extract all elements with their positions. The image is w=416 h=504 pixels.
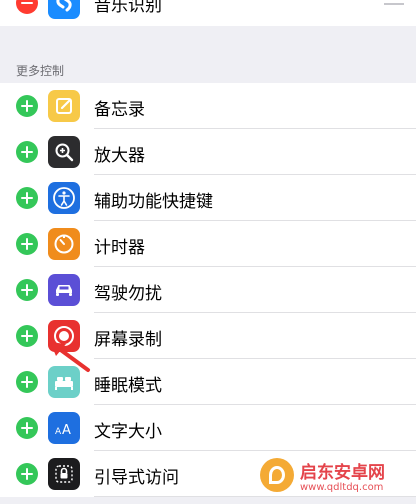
add-notes-button[interactable] (16, 95, 38, 117)
remove-music-recognition-button[interactable] (16, 0, 38, 14)
timer-icon (48, 228, 80, 260)
car-icon (48, 274, 80, 306)
more-controls-list: 备忘录 放大器 辅助功能快捷键 计时器 驾驶勿扰 屏幕录制 睡眠模式 A A 文… (0, 83, 416, 497)
add-text-size-button[interactable] (16, 417, 38, 439)
notes-icon (48, 90, 80, 122)
control-label: 引导式访问 (94, 468, 179, 488)
reorder-handle-icon[interactable] (384, 0, 404, 6)
control-label: 辅助功能快捷键 (94, 192, 213, 212)
add-screen-recording-button[interactable] (16, 325, 38, 347)
control-label: 睡眠模式 (94, 376, 162, 396)
svg-text:A: A (55, 427, 62, 437)
shazam-icon (48, 0, 80, 19)
control-label: 计时器 (94, 238, 145, 258)
control-label: 放大器 (94, 146, 145, 166)
bed-icon (48, 366, 80, 398)
section-header-more-controls: 更多控制 (16, 64, 65, 78)
control-row-timer[interactable]: 计时器 (0, 221, 416, 267)
control-row-sleep-mode[interactable]: 睡眠模式 (0, 359, 416, 405)
watermark-title: 启东安卓网 (300, 463, 385, 483)
control-row-accessibility-shortcut[interactable]: 辅助功能快捷键 (0, 175, 416, 221)
control-label: 驾驶勿扰 (94, 284, 162, 304)
add-accessibility-shortcut-button[interactable] (16, 187, 38, 209)
add-guided-access-button[interactable] (16, 463, 38, 485)
control-label: 备忘录 (94, 100, 145, 120)
control-row-text-size[interactable]: A A 文字大小 (0, 405, 416, 451)
svg-text:A: A (62, 423, 71, 438)
control-row-notes[interactable]: 备忘录 (0, 83, 416, 129)
accessibility-icon (48, 182, 80, 214)
watermark-logo-icon (260, 458, 294, 492)
add-magnifier-button[interactable] (16, 141, 38, 163)
watermark-url: www.qdltdq.com (300, 482, 384, 493)
music-recognition-label: 音乐识别 (94, 0, 162, 16)
add-sleep-mode-button[interactable] (16, 371, 38, 393)
add-do-not-disturb-driving-button[interactable] (16, 279, 38, 301)
text-size-icon: A A (48, 412, 80, 444)
add-timer-button[interactable] (16, 233, 38, 255)
control-row-magnifier[interactable]: 放大器 (0, 129, 416, 175)
control-label: 屏幕录制 (94, 330, 162, 350)
control-row-screen-recording[interactable]: 屏幕录制 (0, 313, 416, 359)
screen-record-icon (48, 320, 80, 352)
control-label: 文字大小 (94, 422, 162, 442)
control-row-do-not-disturb-driving[interactable]: 驾驶勿扰 (0, 267, 416, 313)
included-control-row: 音乐识别 (0, 0, 416, 26)
magnifier-icon (48, 136, 80, 168)
lock-icon (48, 458, 80, 490)
watermark: 启东安卓网 www.qdltdq.com (260, 456, 410, 500)
